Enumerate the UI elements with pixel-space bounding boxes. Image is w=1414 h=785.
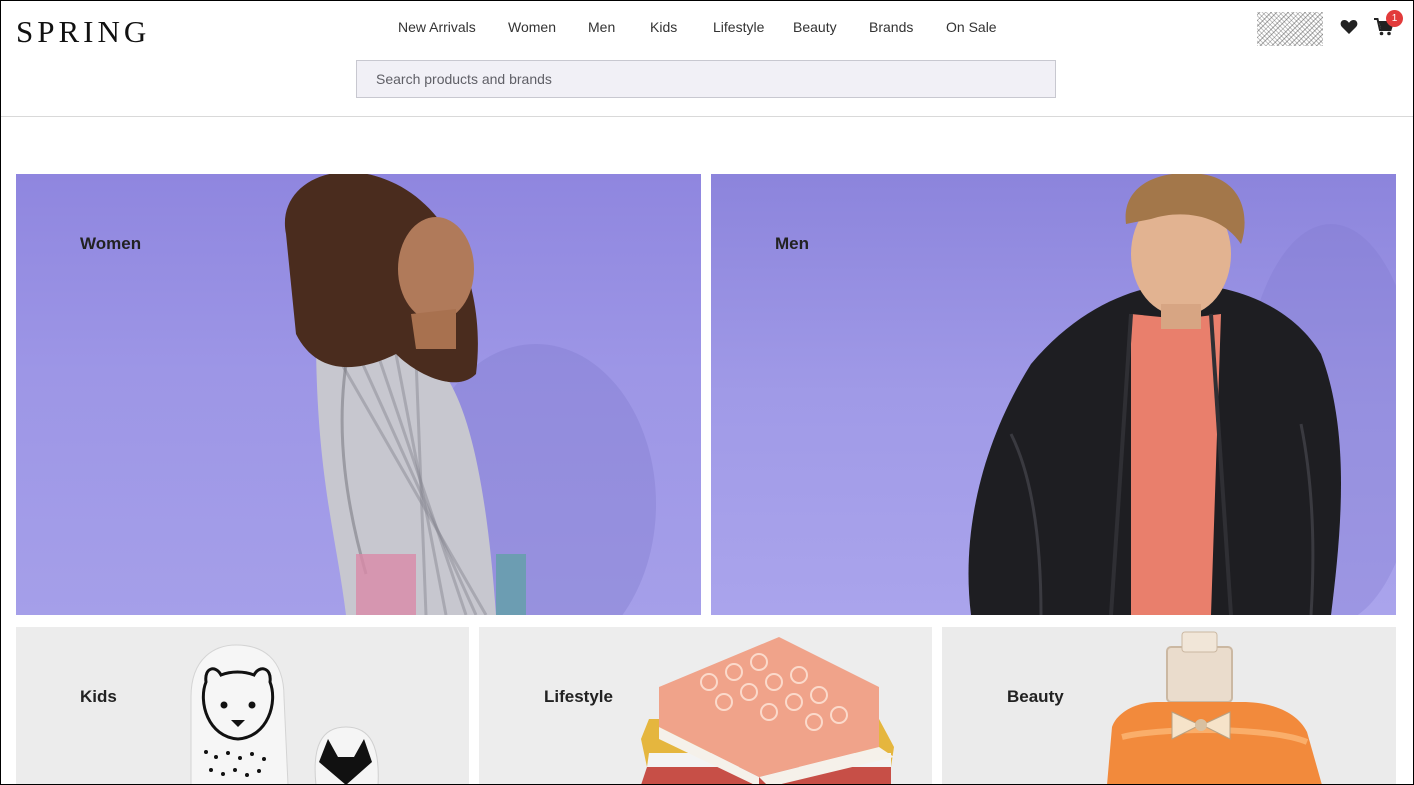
category-tile-women[interactable]: Women (16, 174, 701, 615)
wishlist-button[interactable] (1338, 16, 1360, 38)
site-header: SPRING New Arrivals Women Men Kids Lifes… (0, 0, 1414, 117)
tile-label-women: Women (80, 234, 142, 253)
nav-men[interactable]: Men (588, 19, 615, 35)
category-tile-kids[interactable]: Kids (16, 627, 469, 785)
category-tile-lifestyle[interactable]: Lifestyle (479, 627, 932, 785)
main-nav: New Arrivals Women Men Kids Lifestyle Be… (0, 19, 1414, 39)
nav-beauty[interactable]: Beauty (793, 19, 837, 35)
tile-label-lifestyle: Lifestyle (544, 687, 613, 706)
men-photo (968, 174, 1396, 615)
category-tile-men[interactable]: Men (711, 174, 1396, 615)
nav-kids[interactable]: Kids (650, 19, 677, 35)
nav-lifestyle[interactable]: Lifestyle (713, 19, 764, 35)
nav-on-sale[interactable]: On Sale (946, 19, 997, 35)
search-input[interactable] (356, 60, 1056, 98)
heart-icon (1340, 20, 1358, 34)
tile-label-kids: Kids (80, 687, 117, 706)
category-tile-beauty[interactable]: Beauty (942, 627, 1396, 785)
tile-label-beauty: Beauty (1007, 687, 1064, 706)
nav-women[interactable]: Women (508, 19, 556, 35)
tile-label-men: Men (775, 234, 809, 253)
nav-new-arrivals[interactable]: New Arrivals (398, 19, 476, 35)
nav-brands[interactable]: Brands (869, 19, 913, 35)
cart-count-badge: 1 (1386, 10, 1403, 27)
account-avatar[interactable] (1257, 12, 1323, 46)
